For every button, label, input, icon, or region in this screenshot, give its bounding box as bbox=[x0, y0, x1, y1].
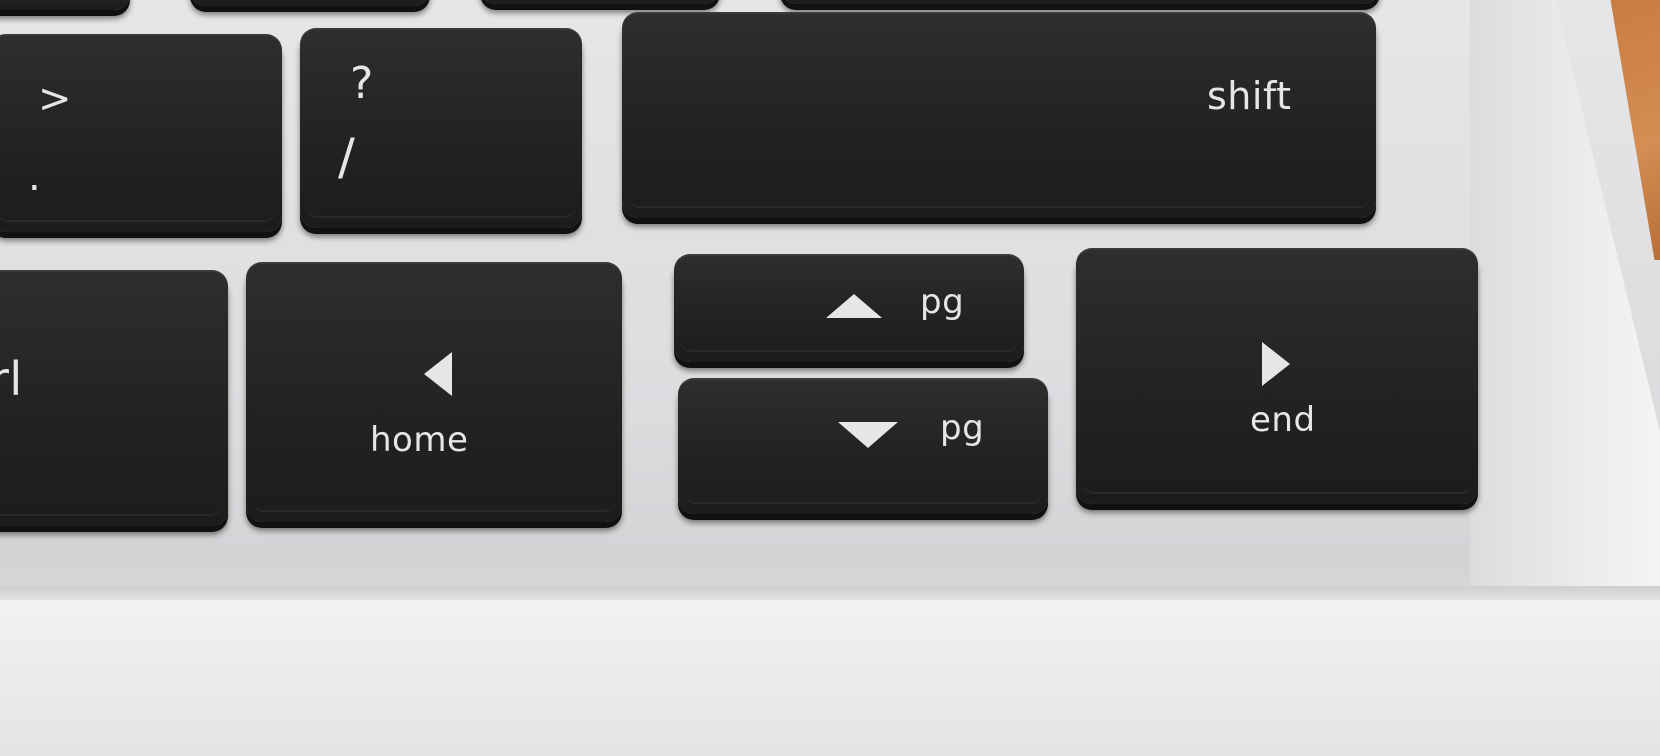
page-up-key[interactable]: pg bbox=[674, 254, 1024, 362]
key-face bbox=[0, 38, 276, 222]
ctrl-key[interactable]: rl bbox=[0, 270, 228, 526]
end-key[interactable]: end bbox=[1076, 248, 1478, 504]
pg-down-legend: pg bbox=[940, 408, 985, 448]
greater-than-legend: > bbox=[38, 76, 73, 122]
question-mark-legend: ? bbox=[350, 58, 374, 109]
pg-up-legend: pg bbox=[920, 282, 965, 322]
period-key[interactable]: > . bbox=[0, 34, 282, 232]
key-top-partial-2[interactable] bbox=[190, 0, 430, 6]
home-key[interactable]: home bbox=[246, 262, 622, 522]
key-top-partial-4[interactable] bbox=[780, 0, 1380, 4]
keyboard-deck-front bbox=[0, 600, 1660, 756]
page-down-key[interactable]: pg bbox=[678, 378, 1048, 514]
triangle-down-icon bbox=[838, 422, 898, 448]
shift-legend: shift bbox=[1207, 74, 1292, 118]
key-face bbox=[306, 32, 576, 218]
period-legend: . bbox=[28, 154, 42, 200]
key-face bbox=[0, 274, 222, 516]
slash-key[interactable]: ? / bbox=[300, 28, 582, 228]
triangle-left-icon bbox=[424, 352, 452, 396]
end-legend: end bbox=[1250, 400, 1316, 440]
triangle-up-icon bbox=[826, 294, 882, 318]
ctrl-legend: rl bbox=[0, 352, 23, 406]
key-top-partial-3[interactable] bbox=[480, 0, 720, 4]
slash-legend: / bbox=[338, 128, 356, 186]
shift-key[interactable]: shift bbox=[622, 12, 1376, 218]
keyboard-photo: > . ? / shift rl home pg pg end bbox=[0, 0, 1660, 756]
home-legend: home bbox=[370, 420, 469, 460]
triangle-right-icon bbox=[1262, 342, 1290, 386]
key-top-partial-1[interactable] bbox=[0, 0, 130, 10]
